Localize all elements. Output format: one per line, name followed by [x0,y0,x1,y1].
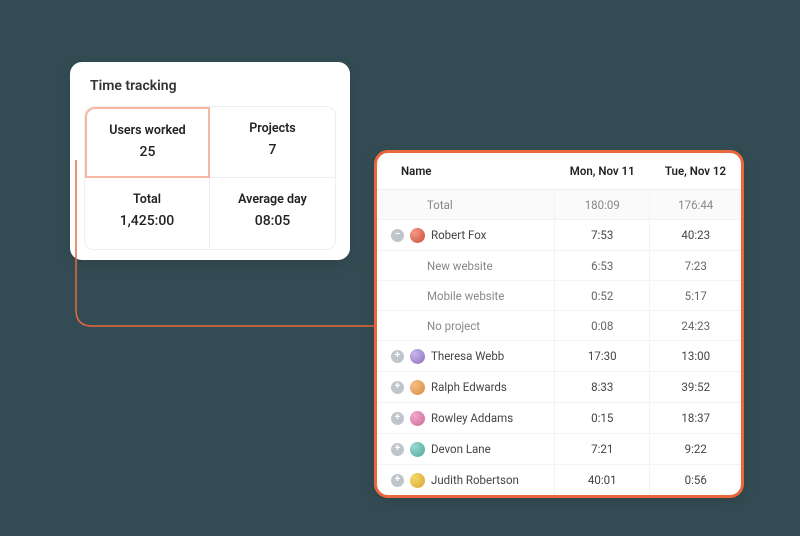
summary-value: 08:05 [210,213,335,229]
time-value: 7:21 [555,434,650,465]
column-header-name[interactable]: Name [377,153,555,190]
column-header-day2[interactable]: Tue, Nov 12 [650,153,741,190]
expand-icon[interactable]: + [391,381,404,394]
project-name: New website [377,251,555,281]
time-value: 9:22 [650,434,741,465]
time-value: 17:30 [555,341,650,372]
user-row[interactable]: + Devon Lane 7:21 9:22 [377,434,741,465]
user-row[interactable]: + Rowley Addams 0:15 18:37 [377,403,741,434]
time-value: 0:52 [555,281,650,311]
collapse-icon[interactable]: − [391,229,404,242]
total-row: Total 180:09 176:44 [377,190,741,220]
summary-value: 7 [210,142,335,158]
users-time-table: Name Mon, Nov 11 Tue, Nov 12 Total 180:0… [377,153,741,495]
total-value: 180:09 [555,190,650,220]
project-name: Mobile website [377,281,555,311]
time-value: 0:08 [555,311,650,341]
time-value: 5:17 [650,281,741,311]
time-value: 18:37 [650,403,741,434]
expand-icon[interactable]: + [391,350,404,363]
summary-label: Projects [210,121,335,136]
time-tracking-summary-card: Time tracking Users worked 25 Projects 7… [70,62,350,260]
avatar [410,473,425,488]
user-name: Ralph Edwards [431,380,507,394]
user-row[interactable]: + Ralph Edwards 8:33 39:52 [377,372,741,403]
user-name: Devon Lane [431,442,491,456]
total-value: 176:44 [650,190,741,220]
avatar [410,349,425,364]
user-name: Judith Robertson [431,473,519,487]
project-row[interactable]: New website 6:53 7:23 [377,251,741,281]
summary-cell-total[interactable]: Total 1,425:00 [85,178,210,249]
time-value: 7:23 [650,251,741,281]
time-value: 7:53 [555,220,650,251]
avatar [410,411,425,426]
summary-title: Time tracking [90,78,336,94]
expand-icon[interactable]: + [391,474,404,487]
time-value: 13:00 [650,341,741,372]
summary-cell-average-day[interactable]: Average day 08:05 [210,178,335,249]
summary-grid: Users worked 25 Projects 7 Total 1,425:0… [84,106,336,250]
summary-cell-projects[interactable]: Projects 7 [210,107,335,178]
user-row[interactable]: + Theresa Webb 17:30 13:00 [377,341,741,372]
project-name: No project [377,311,555,341]
summary-label: Total [85,192,209,207]
time-value: 24:23 [650,311,741,341]
column-header-day1[interactable]: Mon, Nov 11 [555,153,650,190]
avatar [410,442,425,457]
time-value: 40:01 [555,465,650,496]
user-name: Rowley Addams [431,411,513,425]
project-row[interactable]: No project 0:08 24:23 [377,311,741,341]
time-value: 40:23 [650,220,741,251]
summary-label: Users worked [87,123,208,138]
time-value: 0:56 [650,465,741,496]
total-label: Total [377,190,555,220]
expand-icon[interactable]: + [391,412,404,425]
summary-cell-users-worked[interactable]: Users worked 25 [85,107,210,178]
time-value: 0:15 [555,403,650,434]
time-value: 6:53 [555,251,650,281]
summary-label: Average day [210,192,335,207]
user-name: Theresa Webb [431,349,504,363]
user-row[interactable]: − Robert Fox 7:53 40:23 [377,220,741,251]
time-value: 8:33 [555,372,650,403]
avatar [410,228,425,243]
user-row[interactable]: + Judith Robertson 40:01 0:56 [377,465,741,496]
avatar [410,380,425,395]
table-header-row: Name Mon, Nov 11 Tue, Nov 12 [377,153,741,190]
table-body: Total 180:09 176:44 − Robert Fox 7:53 40… [377,190,741,496]
project-row[interactable]: Mobile website 0:52 5:17 [377,281,741,311]
summary-value: 1,425:00 [85,213,209,229]
users-detail-card: Name Mon, Nov 11 Tue, Nov 12 Total 180:0… [374,150,744,498]
time-value: 39:52 [650,372,741,403]
user-name: Robert Fox [431,228,486,242]
summary-value: 25 [87,144,208,160]
expand-icon[interactable]: + [391,443,404,456]
